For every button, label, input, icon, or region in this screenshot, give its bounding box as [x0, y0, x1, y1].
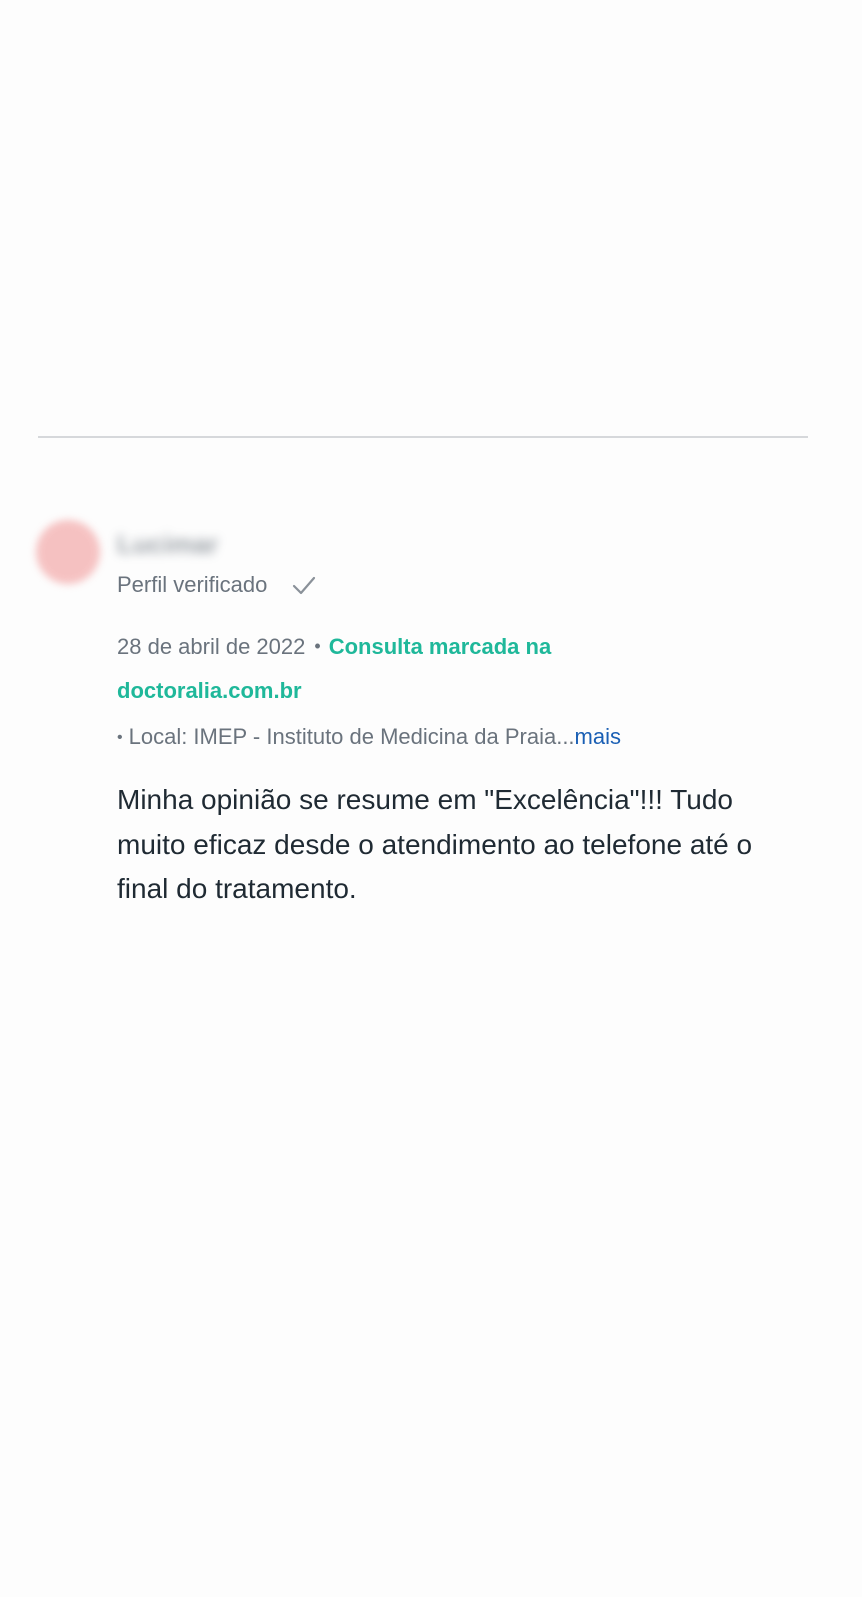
review-text: Minha opinião se resume em "Excelência"!…: [117, 784, 753, 904]
more-link[interactable]: mais: [575, 724, 621, 749]
reviewer-name: Lucimar: [117, 529, 219, 559]
check-icon: [291, 574, 317, 596]
review-meta: 28 de abril de 2022 • Consulta marcada na: [117, 634, 551, 660]
verified-profile-row: Perfil verificado: [117, 572, 317, 598]
location-row: • Local: IMEP - Instituto de Medicina da …: [117, 724, 621, 750]
booked-via-label: Consulta marcada na: [328, 634, 552, 659]
meta-separator: •: [314, 636, 321, 656]
avatar: [36, 520, 100, 584]
booked-via-site: doctoralia.com.br: [117, 678, 302, 703]
review-date: 28 de abril de 2022: [117, 634, 306, 659]
verified-label: Perfil verificado: [117, 572, 268, 597]
location-text: Local: IMEP - Instituto de Medicina da P…: [128, 724, 575, 749]
section-divider: [38, 436, 808, 438]
location-bullet: •: [117, 729, 123, 746]
